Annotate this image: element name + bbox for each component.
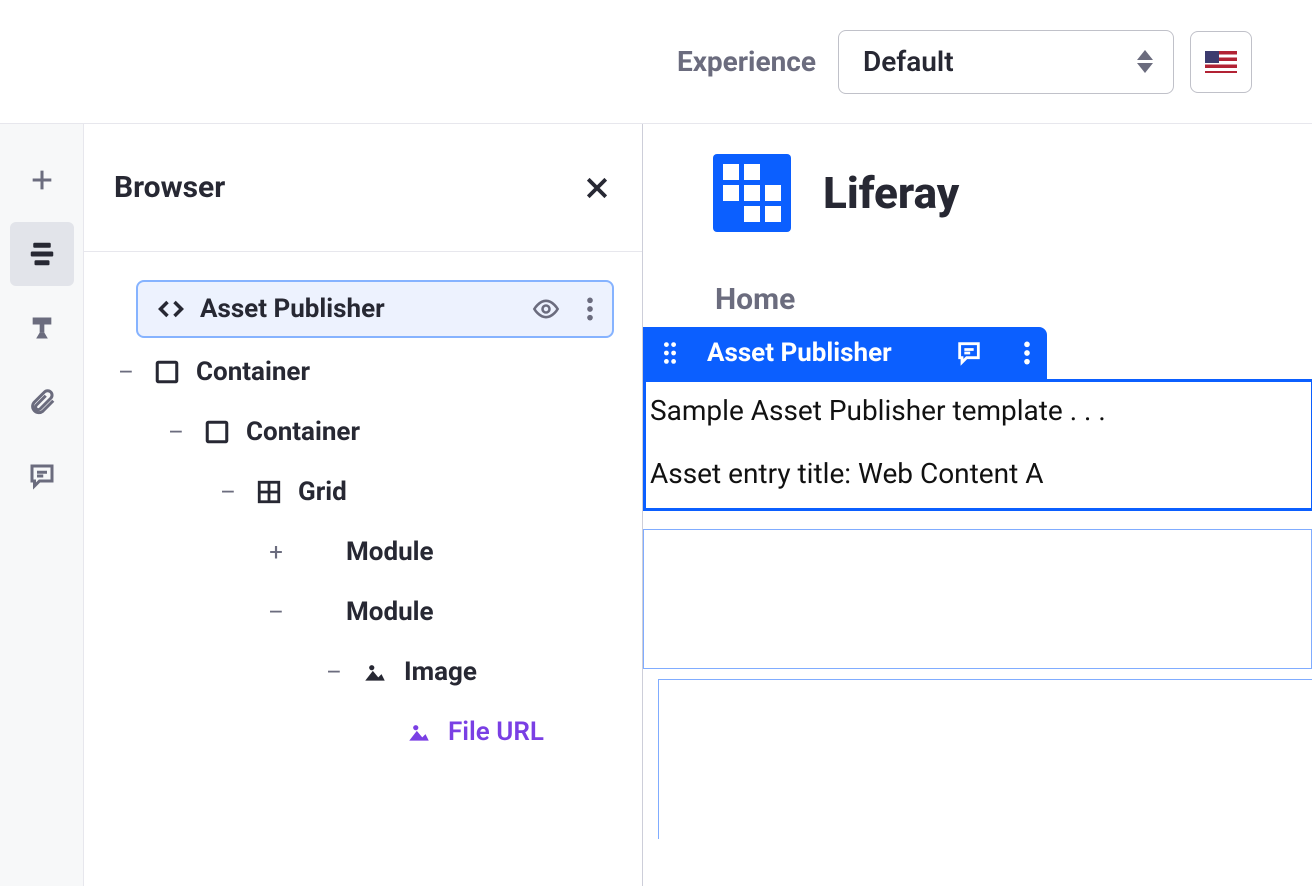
- tree-node-label: Asset Publisher: [200, 294, 385, 324]
- eye-icon: [532, 295, 560, 323]
- breadcrumb[interactable]: Home: [715, 282, 1312, 317]
- tree-node-grid[interactable]: – Grid: [104, 462, 622, 522]
- tree-node-file-url[interactable]: File URL: [104, 702, 622, 762]
- tree-node-container-2[interactable]: – Container: [104, 402, 622, 462]
- close-icon: [582, 173, 612, 203]
- tree-node-label: File URL: [448, 717, 544, 747]
- liferay-logo-icon: [713, 154, 791, 232]
- drag-icon: [661, 341, 679, 365]
- image-icon: [404, 719, 434, 745]
- flag-us-icon: [1205, 51, 1237, 73]
- widget-title: Asset Publisher: [703, 338, 892, 368]
- widget-body[interactable]: Sample Asset Publisher template . . . As…: [643, 379, 1312, 511]
- rail-comments[interactable]: [10, 444, 74, 508]
- structure-tree: Asset Publisher – Container –: [84, 252, 642, 762]
- main: Browser Asset Publisher –: [0, 124, 1312, 886]
- collapse-toggle[interactable]: –: [216, 478, 240, 506]
- tree-node-label: Module: [346, 537, 434, 567]
- image-icon: [360, 659, 390, 685]
- kebab-icon: [1023, 340, 1031, 366]
- sort-icon: [1137, 50, 1153, 73]
- comment-icon: [955, 339, 983, 367]
- experience-label: Experience: [677, 45, 816, 78]
- expand-toggle[interactable]: +: [264, 538, 288, 566]
- browser-title: Browser: [114, 170, 225, 205]
- fragment-placeholder-1[interactable]: [643, 529, 1312, 669]
- collapse-toggle[interactable]: –: [114, 358, 138, 386]
- locale-button[interactable]: [1190, 31, 1252, 93]
- experience-value: Default: [863, 45, 954, 78]
- tree-node-module-1[interactable]: + Module: [104, 522, 622, 582]
- tree-node-label: Grid: [298, 477, 347, 507]
- rail-design[interactable]: [10, 296, 74, 360]
- visibility-toggle[interactable]: [526, 295, 566, 323]
- tree-node-label: Module: [346, 597, 434, 627]
- tree-node-module-2[interactable]: – Module: [104, 582, 622, 642]
- tree-node-label: Container: [246, 417, 360, 447]
- tree-node-label: Image: [404, 657, 477, 687]
- node-menu[interactable]: [580, 296, 600, 322]
- widget-line-1: Sample Asset Publisher template . . .: [650, 394, 1307, 427]
- experience-select[interactable]: Default: [838, 30, 1174, 94]
- fragment-placeholder-2[interactable]: [658, 679, 1312, 839]
- square-icon: [202, 419, 232, 445]
- browser-header: Browser: [84, 124, 642, 252]
- collapse-toggle[interactable]: –: [264, 598, 288, 626]
- brand-name: Liferay: [823, 167, 959, 219]
- browser-icon: [27, 239, 57, 269]
- rail-attach[interactable]: [10, 370, 74, 434]
- page-canvas: Liferay Home Asset Publisher Sample Asse…: [643, 124, 1312, 886]
- square-icon: [152, 359, 182, 385]
- plus-icon: [28, 166, 56, 194]
- brush-icon: [28, 314, 56, 342]
- rail-add[interactable]: [10, 148, 74, 212]
- grid-icon: [254, 479, 284, 505]
- code-icon: [156, 295, 186, 323]
- close-button[interactable]: [582, 173, 612, 203]
- drag-handle[interactable]: [661, 341, 679, 365]
- browser-panel: Browser Asset Publisher –: [84, 124, 643, 886]
- left-rail: [0, 124, 84, 886]
- rail-browser[interactable]: [10, 222, 74, 286]
- widget-menu[interactable]: [1023, 340, 1047, 366]
- tree-node-container-1[interactable]: – Container: [104, 342, 622, 402]
- widget-comments[interactable]: [955, 339, 999, 367]
- tree-node-label: Container: [196, 357, 310, 387]
- widget-toolbar: Asset Publisher: [643, 327, 1047, 379]
- attachment-icon: [27, 387, 57, 417]
- collapse-toggle[interactable]: –: [322, 658, 346, 686]
- widget-line-2: Asset entry title: Web Content A: [650, 457, 1307, 490]
- comment-icon: [27, 461, 57, 491]
- topbar: Experience Default: [0, 0, 1312, 124]
- kebab-icon: [586, 296, 594, 322]
- site-brand: Liferay: [713, 154, 1312, 232]
- tree-node-asset-publisher[interactable]: Asset Publisher: [136, 280, 614, 338]
- collapse-toggle[interactable]: –: [164, 418, 188, 446]
- tree-node-image[interactable]: – Image: [104, 642, 622, 702]
